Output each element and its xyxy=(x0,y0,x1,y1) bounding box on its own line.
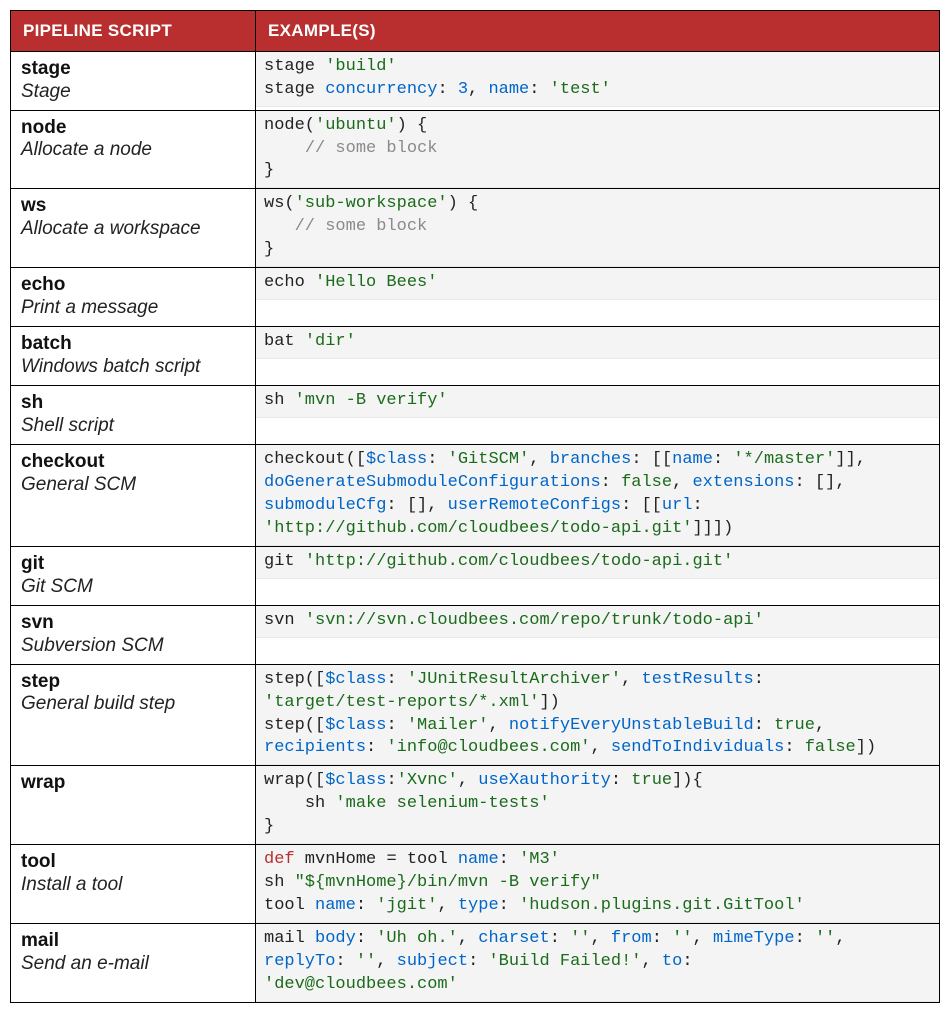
table-row: wsAllocate a workspacews('sub-workspace'… xyxy=(11,189,940,268)
command-description: Allocate a node xyxy=(21,139,245,162)
table-row: wrap wrap([$class:'Xvnc', useXauthority: … xyxy=(11,766,940,845)
example-cell: step([$class: 'JUnitResultArchiver', tes… xyxy=(256,664,940,766)
script-cell: toolInstall a tool xyxy=(11,845,256,924)
script-cell: stepGeneral build step xyxy=(11,664,256,766)
example-cell: ws('sub-workspace') { // some block } xyxy=(256,189,940,268)
command-name: mail xyxy=(21,930,245,953)
table-row: gitGit SCMgit 'http://github.com/cloudbe… xyxy=(11,546,940,605)
example-cell: svn 'svn://svn.cloudbees.com/repo/trunk/… xyxy=(256,605,940,664)
spacer xyxy=(256,418,939,444)
command-name: stage xyxy=(21,58,245,81)
code-example: def mvnHome = tool name: 'M3' sh "${mvnH… xyxy=(256,845,939,923)
example-cell: sh 'mvn -B verify' xyxy=(256,386,940,445)
command-name: ws xyxy=(21,195,245,218)
command-description: Install a tool xyxy=(21,874,245,897)
script-cell: svnSubversion SCM xyxy=(11,605,256,664)
script-cell: nodeAllocate a node xyxy=(11,110,256,189)
spacer xyxy=(256,359,939,385)
script-cell: gitGit SCM xyxy=(11,546,256,605)
command-name: checkout xyxy=(21,451,245,474)
script-cell: wrap xyxy=(11,766,256,845)
example-cell: checkout([$class: 'GitSCM', branches: [[… xyxy=(256,445,940,547)
table-row: toolInstall a tooldef mvnHome = tool nam… xyxy=(11,845,940,924)
command-description: Shell script xyxy=(21,415,245,438)
command-name: batch xyxy=(21,333,245,356)
table-row: stepGeneral build stepstep([$class: 'JUn… xyxy=(11,664,940,766)
command-description: Git SCM xyxy=(21,576,245,599)
code-example: sh 'mvn -B verify' xyxy=(256,386,939,418)
example-cell: bat 'dir' xyxy=(256,327,940,386)
example-cell: wrap([$class:'Xvnc', useXauthority: true… xyxy=(256,766,940,845)
code-example: bat 'dir' xyxy=(256,327,939,359)
command-description: Print a message xyxy=(21,297,245,320)
code-example: git 'http://github.com/cloudbees/todo-ap… xyxy=(256,547,939,579)
script-cell: shShell script xyxy=(11,386,256,445)
command-name: tool xyxy=(21,851,245,874)
script-cell: checkoutGeneral SCM xyxy=(11,445,256,547)
table-row: svnSubversion SCMsvn 'svn://svn.cloudbee… xyxy=(11,605,940,664)
code-example: svn 'svn://svn.cloudbees.com/repo/trunk/… xyxy=(256,606,939,638)
code-example: echo 'Hello Bees' xyxy=(256,268,939,300)
script-cell: echoPrint a message xyxy=(11,268,256,327)
example-cell: stage 'build' stage concurrency: 3, name… xyxy=(256,52,940,111)
pipeline-reference-table: PIPELINE SCRIPT EXAMPLE(S) stageStagesta… xyxy=(10,10,940,1003)
table-row: echoPrint a messageecho 'Hello Bees' xyxy=(11,268,940,327)
script-cell: batchWindows batch script xyxy=(11,327,256,386)
code-example: ws('sub-workspace') { // some block } xyxy=(256,189,939,267)
command-name: wrap xyxy=(21,772,245,795)
example-cell: def mvnHome = tool name: 'M3' sh "${mvnH… xyxy=(256,845,940,924)
example-cell: echo 'Hello Bees' xyxy=(256,268,940,327)
command-name: svn xyxy=(21,612,245,635)
table-row: nodeAllocate a nodenode('ubuntu') { // s… xyxy=(11,110,940,189)
command-name: echo xyxy=(21,274,245,297)
spacer xyxy=(256,300,939,326)
script-cell: stageStage xyxy=(11,52,256,111)
table-row: checkoutGeneral SCMcheckout([$class: 'Gi… xyxy=(11,445,940,547)
command-description: Subversion SCM xyxy=(21,635,245,658)
command-name: step xyxy=(21,671,245,694)
code-example: checkout([$class: 'GitSCM', branches: [[… xyxy=(256,445,939,546)
code-example: mail body: 'Uh oh.', charset: '', from: … xyxy=(256,924,939,1002)
command-description: Windows batch script xyxy=(21,356,245,379)
header-col1: PIPELINE SCRIPT xyxy=(11,11,256,52)
example-cell: mail body: 'Uh oh.', charset: '', from: … xyxy=(256,924,940,1003)
example-cell: node('ubuntu') { // some block } xyxy=(256,110,940,189)
command-description: General SCM xyxy=(21,474,245,497)
spacer xyxy=(256,579,939,605)
command-description: Stage xyxy=(21,81,245,104)
command-name: git xyxy=(21,553,245,576)
code-example: step([$class: 'JUnitResultArchiver', tes… xyxy=(256,665,939,766)
script-cell: wsAllocate a workspace xyxy=(11,189,256,268)
code-example: node('ubuntu') { // some block } xyxy=(256,111,939,189)
command-name: node xyxy=(21,117,245,140)
code-example: wrap([$class:'Xvnc', useXauthority: true… xyxy=(256,766,939,844)
table-row: batchWindows batch scriptbat 'dir' xyxy=(11,327,940,386)
table-row: stageStagestage 'build' stage concurrenc… xyxy=(11,52,940,111)
command-description: General build step xyxy=(21,693,245,716)
example-cell: git 'http://github.com/cloudbees/todo-ap… xyxy=(256,546,940,605)
code-example: stage 'build' stage concurrency: 3, name… xyxy=(256,52,939,107)
script-cell: mailSend an e-mail xyxy=(11,924,256,1003)
command-description: Send an e-mail xyxy=(21,953,245,976)
table-row: shShell scriptsh 'mvn -B verify' xyxy=(11,386,940,445)
command-description: Allocate a workspace xyxy=(21,218,245,241)
command-name: sh xyxy=(21,392,245,415)
header-col2: EXAMPLE(S) xyxy=(256,11,940,52)
spacer xyxy=(256,638,939,664)
table-row: mailSend an e-mailmail body: 'Uh oh.', c… xyxy=(11,924,940,1003)
